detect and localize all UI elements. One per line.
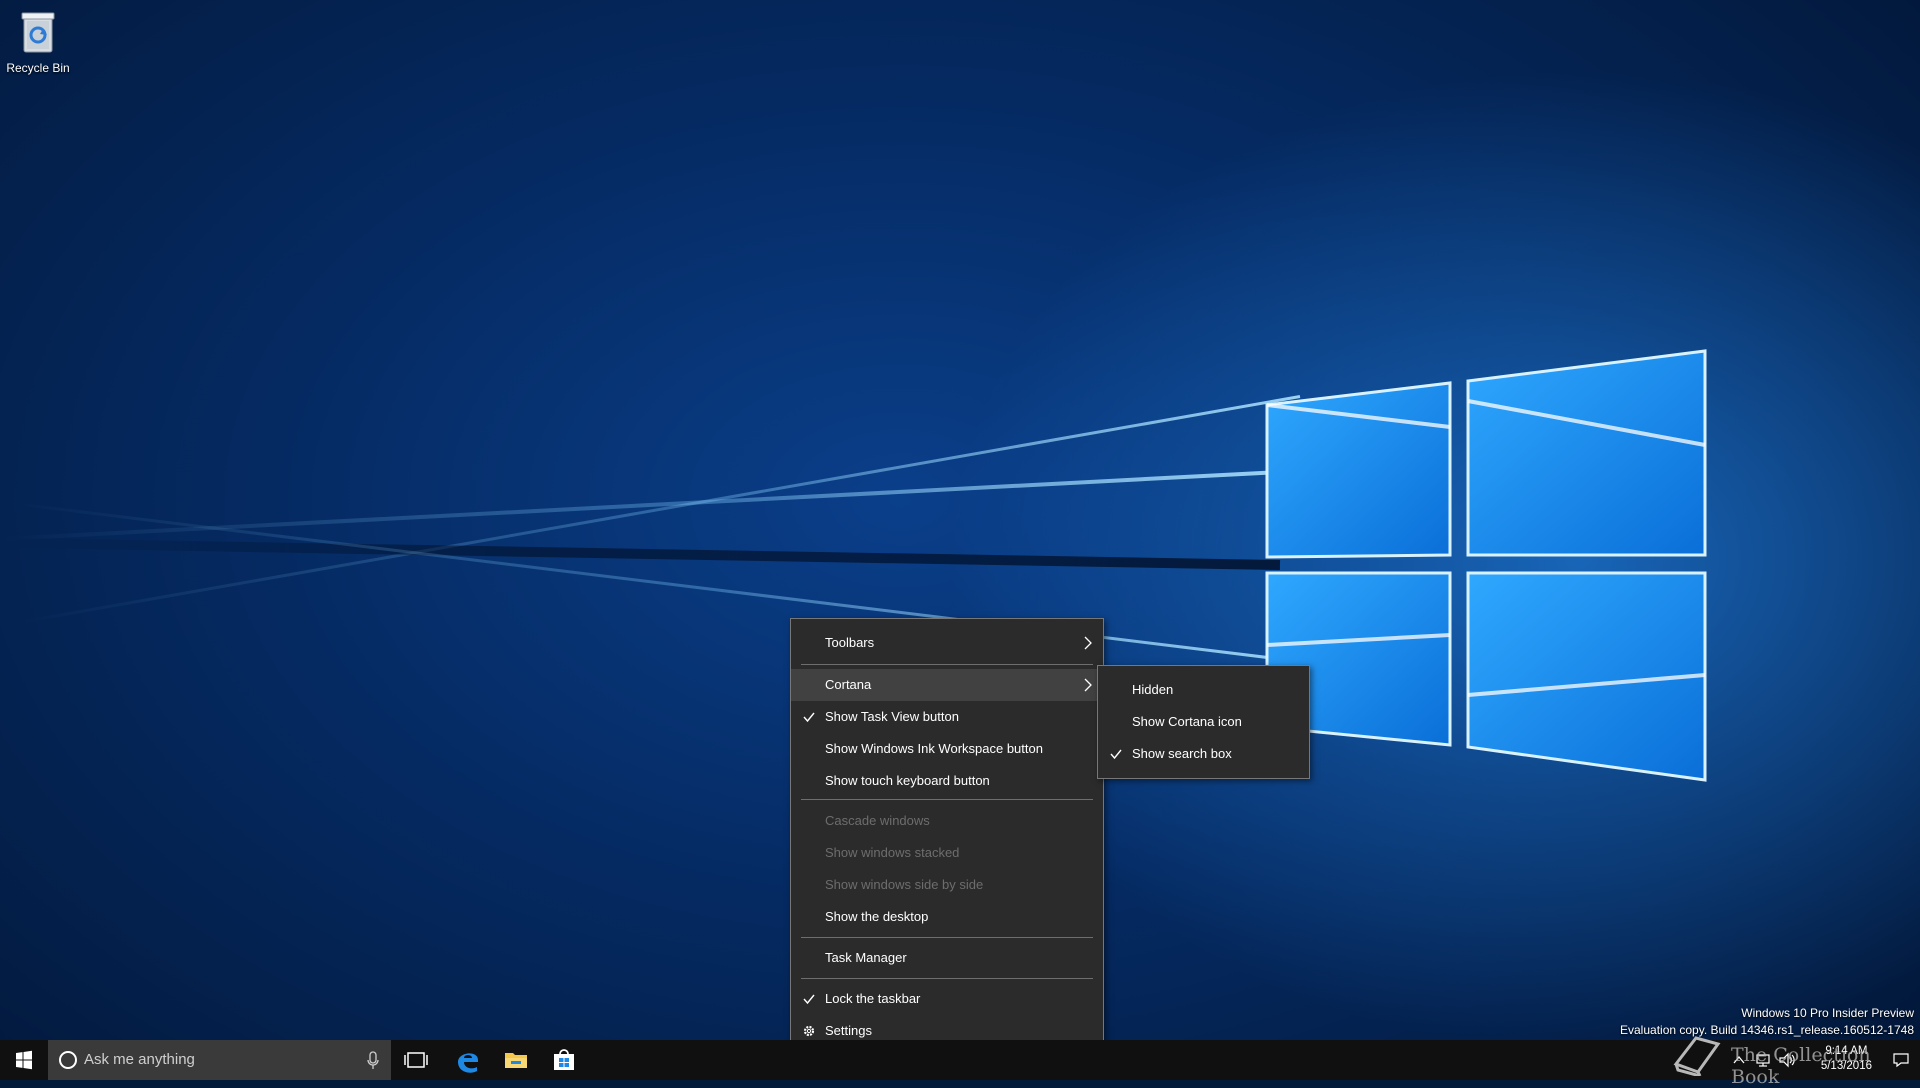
menu-item-show-windows-ink-workspace-button[interactable]: Show Windows Ink Workspace button: [791, 733, 1103, 765]
menu-item-label: Toolbars: [825, 635, 875, 650]
light-beam: [19, 395, 1301, 624]
store-taskbar-button[interactable]: [540, 1040, 588, 1080]
checkmark-icon: [1110, 749, 1122, 760]
watermark-build: Evaluation copy. Build 14346.rs1_release…: [1620, 1023, 1914, 1037]
menu-item-label: Cascade windows: [825, 813, 930, 828]
microphone-icon[interactable]: [365, 1040, 381, 1080]
menu-separator: [801, 978, 1093, 979]
light-beam: [9, 501, 1301, 663]
windows-logo-wallpaper: [1265, 349, 1707, 782]
menu-item-label: Show windows side by side: [825, 877, 984, 892]
taskbar[interactable]: Ask me anything 9:14 AM 5/13/2016: [0, 1040, 1920, 1080]
cortana-search-box[interactable]: Ask me anything: [48, 1040, 391, 1080]
recycle-bin-label: Recycle Bin: [6, 61, 70, 75]
menu-item-cascade-windows: Cascade windows: [791, 805, 1103, 837]
recycle-bin-icon: [21, 12, 55, 53]
chevron-right-icon: [1084, 636, 1092, 650]
menu-separator: [801, 937, 1093, 938]
submenu-item-hidden[interactable]: Hidden: [1098, 674, 1309, 706]
edge-icon: [458, 1053, 478, 1073]
edge-taskbar-button[interactable]: [444, 1040, 492, 1080]
menu-item-label: Cortana: [825, 677, 872, 692]
menu-item-show-the-desktop[interactable]: Show the desktop: [791, 901, 1103, 933]
menu-separator: [801, 799, 1093, 800]
task-view-button[interactable]: [392, 1040, 440, 1080]
menu-item-label: Show Task View button: [825, 709, 959, 724]
menu-item-show-windows-side-by-side: Show windows side by side: [791, 869, 1103, 901]
menu-separator: [801, 664, 1093, 665]
menu-item-label: Show Windows Ink Workspace button: [825, 741, 1043, 756]
watermark-edition: Windows 10 Pro Insider Preview: [1741, 1006, 1914, 1020]
file-explorer-icon: [505, 1053, 527, 1068]
file-explorer-taskbar-button[interactable]: [492, 1040, 540, 1080]
taskbar-context-menu: Toolbars Cortana Show Task View button S…: [790, 618, 1104, 1056]
menu-item-label: Show the desktop: [825, 909, 929, 924]
task-view-icon: [404, 1052, 428, 1068]
cortana-circle-icon: [59, 1051, 77, 1069]
search-placeholder: Ask me anything: [84, 1051, 195, 1068]
checkmark-icon: [803, 994, 815, 1005]
build-watermark: Windows 10 Pro Insider Preview Evaluatio…: [1620, 1005, 1914, 1039]
menu-item-label: Hidden: [1132, 682, 1174, 697]
menu-item-cortana[interactable]: Cortana: [791, 669, 1103, 701]
overlay-brand-text: The Collection Book: [1731, 1044, 1871, 1088]
light-beam: [1, 470, 1281, 541]
windows-start-icon: [16, 1050, 32, 1070]
menu-item-toolbars[interactable]: Toolbars: [791, 627, 1103, 659]
recycle-bin-shortcut[interactable]: Recycle Bin: [4, 8, 72, 75]
checkmark-icon: [803, 712, 815, 723]
start-button[interactable]: [0, 1040, 48, 1080]
shadow-beam: [0, 537, 1281, 570]
menu-item-label: Task Manager: [825, 950, 907, 965]
store-icon: [554, 1049, 574, 1070]
submenu-item-show-cortana-icon[interactable]: Show Cortana icon: [1098, 706, 1309, 738]
cortana-submenu: Hidden Show Cortana icon Show search box: [1097, 665, 1310, 779]
menu-item-label: Show windows stacked: [825, 845, 960, 860]
chevron-right-icon: [1084, 678, 1092, 692]
menu-item-show-task-view-button[interactable]: Show Task View button: [791, 701, 1103, 733]
menu-item-show-windows-stacked: Show windows stacked: [791, 837, 1103, 869]
menu-item-show-touch-keyboard-button[interactable]: Show touch keyboard button: [791, 765, 1103, 797]
submenu-item-show-search-box[interactable]: Show search box: [1098, 738, 1309, 770]
menu-item-label: Show Cortana icon: [1132, 714, 1242, 729]
book-logo-icon: [1673, 1036, 1721, 1076]
menu-item-label: Lock the taskbar: [825, 991, 921, 1006]
menu-item-task-manager[interactable]: Task Manager: [791, 942, 1103, 974]
menu-item-label: Show search box: [1132, 746, 1232, 761]
menu-item-label: Show touch keyboard button: [825, 773, 990, 788]
menu-item-lock-the-taskbar[interactable]: Lock the taskbar: [791, 983, 1103, 1015]
